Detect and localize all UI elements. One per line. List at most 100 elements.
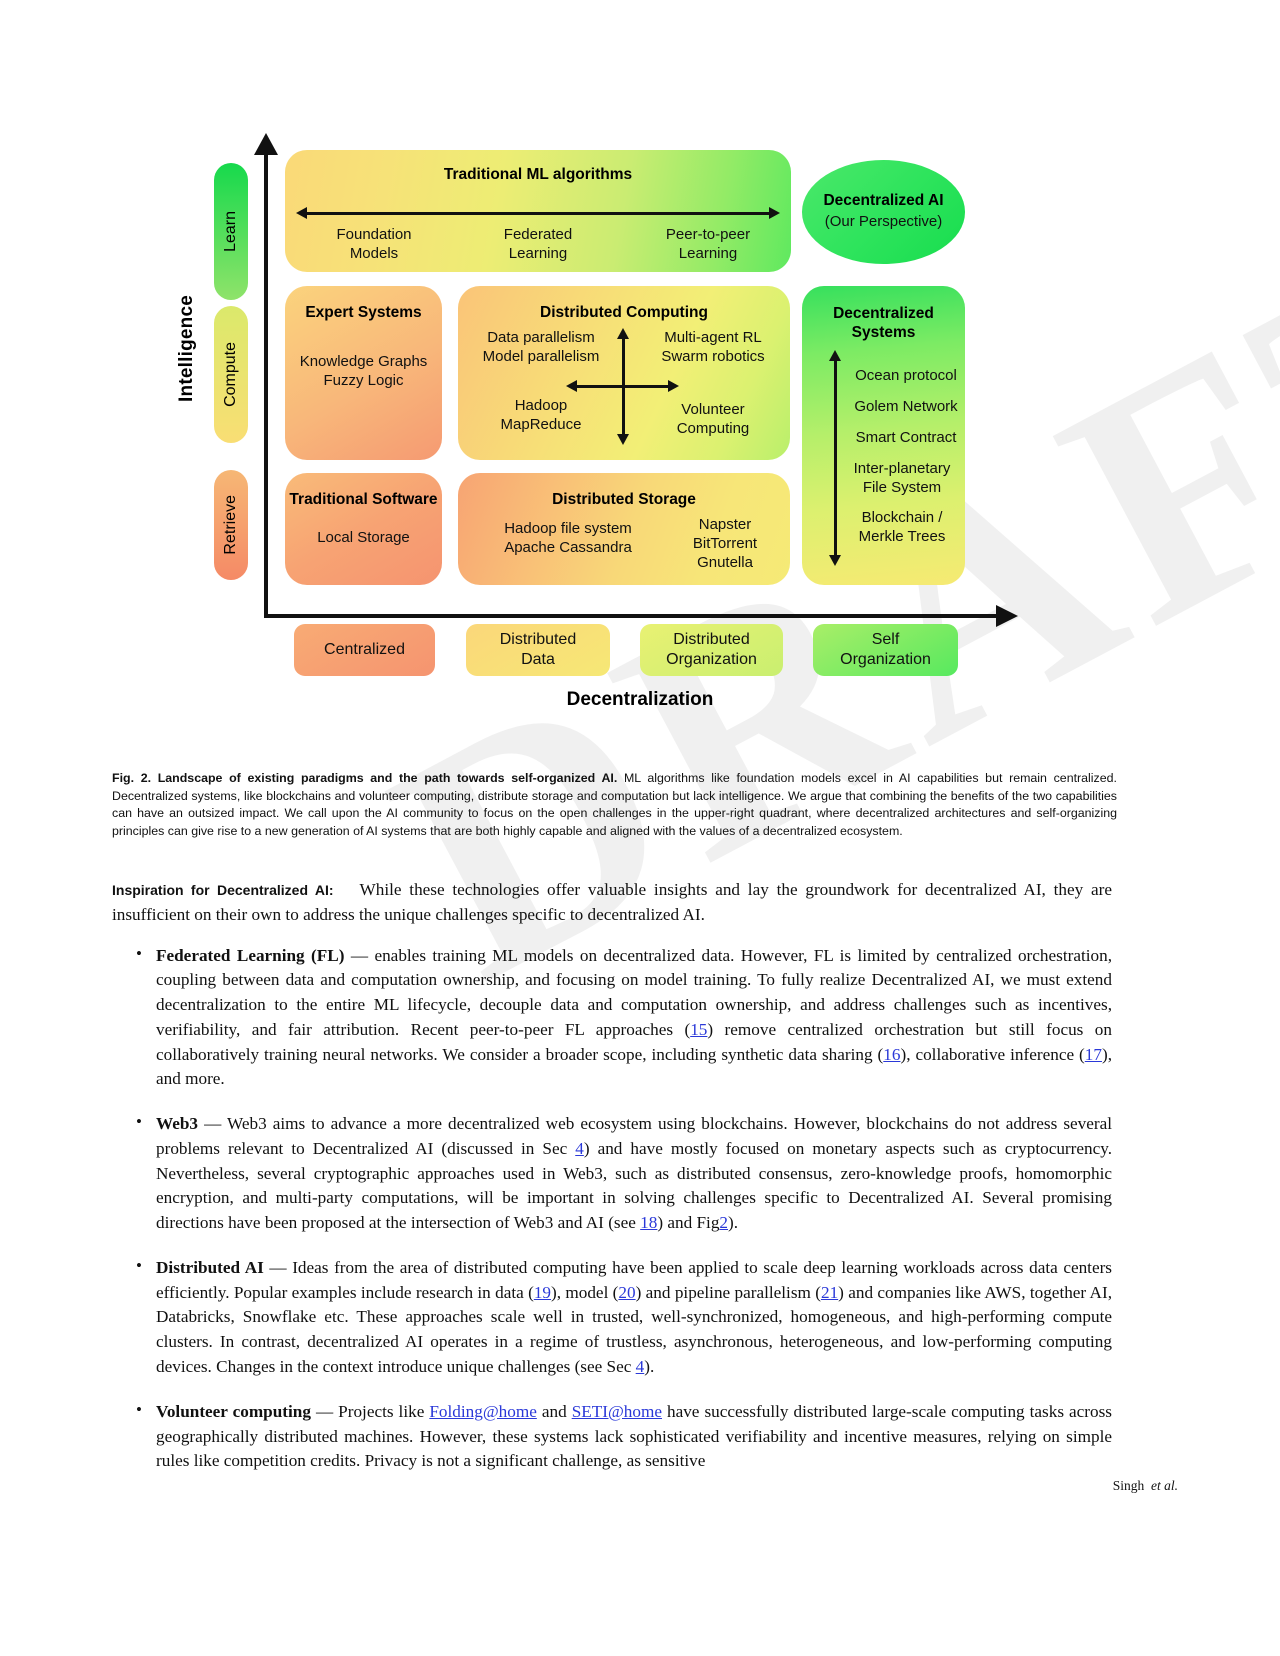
figure-caption: Fig. 2. Landscape of existing paradigms …	[112, 770, 1117, 840]
link-folding-at-home[interactable]: Folding@home	[429, 1402, 537, 1421]
ml-item-foundation-models: Foundation Models	[336, 226, 412, 263]
ds-vertical-arrow-line	[834, 360, 837, 555]
box-traditional-ml: Traditional ML algorithms Foundation Mod…	[285, 150, 791, 272]
dc-item-parallelism: Data parallelism Model parallelism	[482, 329, 600, 366]
ml-arrow-left-icon	[296, 207, 307, 219]
traditional-software-items: Local Storage	[317, 529, 410, 546]
box-title-decentralized-ai: Decentralized AI	[823, 192, 944, 209]
y-axis-line	[264, 150, 268, 618]
bullet-2-t2: ), model (	[551, 1282, 619, 1302]
ds-item-golem-network: Golem Network	[854, 398, 958, 415]
dc-arrow-left-icon	[566, 380, 577, 392]
box-title-distributed-storage: Distributed Storage	[552, 491, 696, 508]
box-title-decentralized-systems: Decentralized Systems	[833, 305, 934, 342]
dstor-item-napster-bittorrent: Napster BitTorrent Gnutella	[692, 516, 758, 572]
reference-link-21[interactable]: 21	[821, 1283, 838, 1302]
reference-link-18[interactable]: 18	[640, 1213, 657, 1232]
caption-bold-title: Landscape of existing paradigms and the …	[157, 771, 618, 785]
ml-item-federated-learning: Federated Learning	[503, 226, 573, 263]
bullet-3-t2: and	[536, 1401, 572, 1421]
bullet-0-t3: ), collaborative inference (	[900, 1044, 1085, 1064]
y-axis-label: Intelligence	[176, 295, 197, 402]
tier-pill-retrieve: Retrieve	[214, 470, 248, 580]
box-title-traditional-ml: Traditional ML algorithms	[443, 166, 633, 183]
list-item: Federated Learning (FL) — enables traini…	[112, 942, 1112, 1093]
ds-item-ocean-protocol: Ocean protocol	[855, 367, 957, 384]
ml-item-peer-to-peer-learning: Peer-to-peer Learning	[665, 226, 751, 263]
dc-item-volunteer-computing: Volunteer Computing	[676, 401, 750, 438]
dc-horizontal-arrow-line	[576, 385, 668, 388]
ds-item-smart-contract: Smart Contract	[855, 429, 957, 446]
figure-landscape-diagram: Intelligence Decentralization Learn Comp…	[0, 0, 1280, 740]
bullet-term-federated-learning: Federated Learning (FL)	[156, 945, 345, 965]
ds-item-blockchain-merkle: Blockchain / Merkle Trees	[858, 509, 946, 546]
link-seti-at-home[interactable]: SETI@home	[572, 1402, 662, 1421]
page-footer: Singh et al.	[0, 1478, 1178, 1494]
tier-label-retrieve: Retrieve	[222, 495, 239, 555]
box-subtitle-our-perspective: (Our Perspective)	[824, 213, 943, 230]
ds-arrow-up-icon	[829, 350, 841, 361]
footer-etal: et al.	[1151, 1478, 1178, 1493]
box-title-distributed-computing: Distributed Computing	[540, 304, 708, 321]
inspiration-label: Inspiration for Decentralized AI:	[112, 882, 334, 898]
y-axis-arrowhead-icon	[254, 133, 278, 155]
bullet-2-t5: ).	[644, 1357, 655, 1377]
tier-pill-learn: Learn	[214, 163, 248, 300]
list-item: Web3 — Web3 aims to advance a more decen…	[112, 1110, 1112, 1236]
ml-arrow-right-icon	[769, 207, 780, 219]
dc-arrow-down-icon	[617, 434, 629, 445]
dc-item-hadoop-mapreduce: Hadoop MapReduce	[500, 397, 582, 434]
box-decentralized-ai: Decentralized AI (Our Perspective)	[802, 160, 965, 264]
bullet-term-web3: Web3	[156, 1114, 199, 1134]
tier-label-compute: Compute	[222, 342, 239, 407]
reference-link-15[interactable]: 15	[690, 1020, 707, 1039]
x-category-self-organization: Self Organization	[813, 624, 958, 676]
x-category-label-self-organization: Self Organization	[840, 631, 931, 668]
x-axis-label: Decentralization	[566, 689, 714, 710]
x-axis-line	[264, 614, 1004, 618]
tier-label-learn: Learn	[222, 211, 239, 252]
ml-axis-arrow-line	[307, 212, 769, 215]
dc-arrow-up-icon	[617, 328, 629, 339]
ds-arrow-down-icon	[829, 555, 841, 566]
x-category-distributed-organization: Distributed Organization	[640, 624, 783, 676]
caption-figure-number: Fig. 2.	[112, 771, 152, 785]
bullet-3-t1: — Projects like	[310, 1401, 430, 1421]
expert-systems-items: Knowledge Graphs Fuzzy Logic	[299, 353, 428, 390]
paragraph-inspiration: Inspiration for Decentralized AI: While t…	[112, 878, 1112, 928]
body-text: Inspiration for Decentralized AI: While t…	[112, 878, 1112, 1494]
bullet-term-distributed-ai: Distributed AI	[156, 1257, 264, 1277]
bullet-1-t4: ).	[728, 1213, 739, 1233]
x-axis-arrowhead-icon	[996, 605, 1018, 627]
x-category-label-distributed-data: Distributed Data	[499, 631, 577, 668]
bullet-list: Federated Learning (FL) — enables traini…	[112, 942, 1112, 1475]
box-distributed-computing: Distributed Computing Data parallelism M…	[458, 286, 790, 460]
box-title-traditional-software: Traditional Software	[289, 491, 438, 508]
reference-link-sec-4[interactable]: 4	[575, 1139, 584, 1158]
box-decentralized-systems: Decentralized Systems Ocean protocol Gol…	[802, 286, 965, 585]
box-expert-systems: Expert Systems Knowledge Graphs Fuzzy Lo…	[285, 286, 442, 460]
reference-link-16[interactable]: 16	[883, 1045, 900, 1064]
reference-link-20[interactable]: 20	[618, 1283, 635, 1302]
bullet-1-t3: ) and Fig	[657, 1213, 720, 1233]
reference-link-19[interactable]: 19	[534, 1283, 551, 1302]
x-category-distributed-data: Distributed Data	[466, 624, 610, 676]
x-category-label-centralized: Centralized	[324, 641, 405, 658]
reference-link-fig-2[interactable]: 2	[719, 1213, 728, 1232]
reference-link-sec-4b[interactable]: 4	[636, 1357, 645, 1376]
x-category-centralized: Centralized	[294, 624, 435, 676]
bullet-term-volunteer-computing: Volunteer computing	[156, 1401, 311, 1421]
reference-link-17[interactable]: 17	[1085, 1045, 1102, 1064]
box-title-expert-systems: Expert Systems	[305, 304, 422, 321]
bullet-2-t3: ) and pipeline parallelism (	[635, 1282, 821, 1302]
dc-arrow-right-icon	[668, 380, 679, 392]
list-item: Distributed AI — Ideas from the area of …	[112, 1254, 1112, 1380]
list-item: Volunteer computing — Projects like Fold…	[112, 1398, 1112, 1474]
x-category-label-distributed-organization: Distributed Organization	[666, 631, 757, 668]
footer-authors: Singh	[1112, 1478, 1145, 1493]
box-traditional-software: Traditional Software Local Storage	[285, 473, 442, 585]
dstor-item-hadoop-cassandra: Hadoop file system Apache Cassandra	[504, 520, 632, 557]
ds-item-ipfs: Inter-planetary File System	[853, 460, 951, 497]
dc-item-multi-agent-rl: Multi-agent RL Swarm robotics	[661, 329, 765, 366]
box-distributed-storage: Distributed Storage Hadoop file system A…	[458, 473, 790, 585]
